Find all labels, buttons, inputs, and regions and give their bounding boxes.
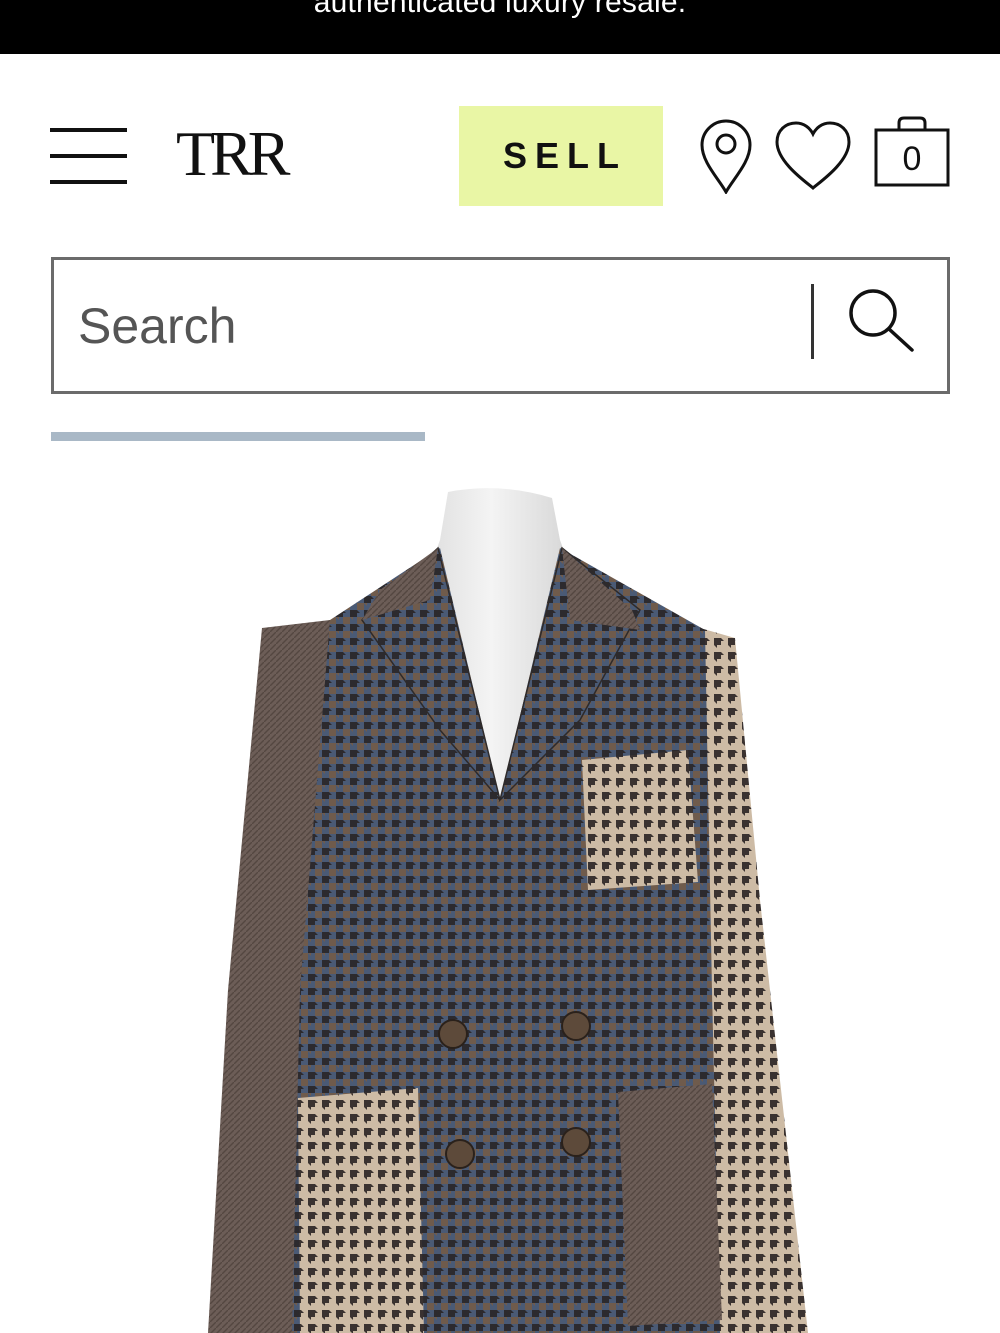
location-pin-icon[interactable]	[698, 118, 754, 196]
product-image[interactable]	[0, 470, 1000, 1333]
heart-icon[interactable]	[774, 120, 852, 192]
image-carousel-progress	[51, 432, 950, 441]
search-divider	[811, 284, 814, 359]
search-input[interactable]	[78, 284, 798, 368]
promo-banner-text: authenticated luxury resale.	[313, 0, 687, 19]
sell-button[interactable]: SELL	[459, 106, 663, 206]
hamburger-menu-icon[interactable]	[50, 126, 127, 186]
promo-banner: authenticated luxury resale.	[0, 0, 1000, 54]
site-logo[interactable]: TRR	[176, 122, 290, 186]
search-bar	[51, 257, 950, 394]
magnifier-icon[interactable]	[846, 286, 918, 356]
cart-count: 0	[902, 140, 922, 178]
shopping-bag-icon[interactable]: 0	[873, 116, 951, 188]
search-button[interactable]	[846, 286, 918, 356]
carousel-progress-fill	[51, 432, 425, 441]
